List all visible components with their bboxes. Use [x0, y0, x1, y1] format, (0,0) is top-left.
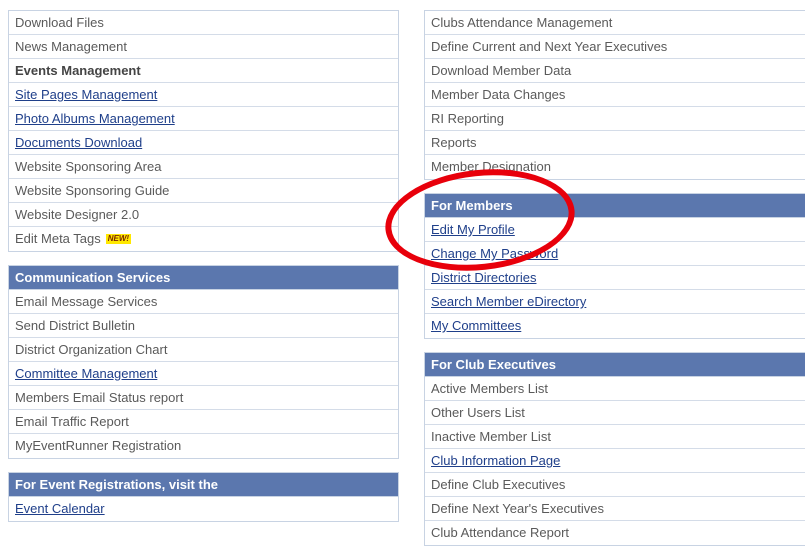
- menu-item-edit-meta-tags[interactable]: Edit Meta Tags NEW!: [9, 227, 398, 251]
- menu-item-label: Website Sponsoring Area: [15, 159, 162, 174]
- menu-item-photo-albums-management[interactable]: Photo Albums Management: [9, 107, 398, 131]
- menu-item-club-information-page[interactable]: Club Information Page: [425, 449, 805, 473]
- menu-item-committee-management[interactable]: Committee Management: [9, 362, 398, 386]
- menu-item-site-pages-management[interactable]: Site Pages Management: [9, 83, 398, 107]
- menu-item-label: Club Attendance Report: [431, 525, 570, 540]
- new-badge: NEW!: [105, 233, 132, 244]
- menu-item-label: Photo Albums Management: [15, 111, 175, 126]
- menu-item-label: Edit Meta Tags: [15, 231, 101, 246]
- menu-item-edit-my-profile[interactable]: Edit My Profile: [425, 218, 805, 242]
- menu-item-label: District Directories: [431, 270, 537, 285]
- menu-item-label: Reports: [431, 135, 477, 150]
- menu-item-website-sponsoring-area[interactable]: Website Sponsoring Area: [9, 155, 398, 179]
- menu-item-define-club-executives[interactable]: Define Club Executives: [425, 473, 805, 497]
- panel-admin-tools: Download Files News Management Events Mana…: [8, 10, 399, 252]
- menu-item-label: Change My Password: [431, 246, 559, 261]
- menu-item-website-sponsoring-guide[interactable]: Website Sponsoring Guide: [9, 179, 398, 203]
- menu-item-email-message-services[interactable]: Email Message Services: [9, 290, 398, 314]
- menu-item-label: Download Member Data: [431, 63, 572, 78]
- menu-item-events-management[interactable]: Events Management: [9, 59, 398, 83]
- menu-item-label: Active Members List: [431, 381, 549, 396]
- menu-item-myeventrunner-registration[interactable]: MyEventRunner Registration: [9, 434, 398, 458]
- menu-item-label: Send District Bulletin: [15, 318, 135, 333]
- menu-item-district-directories[interactable]: District Directories: [425, 266, 805, 290]
- menu-item-other-users-list[interactable]: Other Users List: [425, 401, 805, 425]
- menu-item-website-designer-2-0[interactable]: Website Designer 2.0: [9, 203, 398, 227]
- menu-item-label: Documents Download: [15, 135, 143, 150]
- menu-item-member-data-changes[interactable]: Member Data Changes: [425, 83, 805, 107]
- menu-item-label: Website Sponsoring Guide: [15, 183, 170, 198]
- menu-item-download-member-data[interactable]: Download Member Data: [425, 59, 805, 83]
- menu-item-label: District Organization Chart: [15, 342, 168, 357]
- menu-item-search-member-edirectory[interactable]: Search Member eDirectory: [425, 290, 805, 314]
- menu-item-download-files[interactable]: Download Files: [9, 11, 398, 35]
- menu-item-my-committees[interactable]: My Committees: [425, 314, 805, 338]
- menu-item-ri-reporting[interactable]: RI Reporting: [425, 107, 805, 131]
- menu-item-label: MyEventRunner Registration: [15, 438, 182, 453]
- menu-item-district-organization-chart[interactable]: District Organization Chart: [9, 338, 398, 362]
- menu-item-send-district-bulletin[interactable]: Send District Bulletin: [9, 314, 398, 338]
- section-header: For Event Registrations, visit the: [9, 473, 398, 497]
- menu-item-label: Define Club Executives: [431, 477, 566, 492]
- menu-item-documents-download[interactable]: Documents Download: [9, 131, 398, 155]
- menu-item-define-current-and-next-year-executives[interactable]: Define Current and Next Year Executives: [425, 35, 805, 59]
- menu-item-label: Member Data Changes: [431, 87, 566, 102]
- menu-item-email-traffic-report[interactable]: Email Traffic Report: [9, 410, 398, 434]
- panel-club-management: Clubs Attendance Management Define Curren…: [424, 10, 805, 180]
- menu-item-label: Email Message Services: [15, 294, 158, 309]
- menu-item-label: Inactive Member List: [431, 429, 551, 444]
- menu-item-label: Other Users List: [431, 405, 525, 420]
- menu-item-label: Event Calendar: [15, 501, 105, 516]
- menu-item-define-next-year-s-executives[interactable]: Define Next Year's Executives: [425, 497, 805, 521]
- panel-event-registrations: For Event Registrations, visit the Event …: [8, 472, 399, 522]
- menu-item-label: Search Member eDirectory: [431, 294, 587, 309]
- menu-item-label: Site Pages Management: [15, 87, 158, 102]
- panel-communication-services: Communication Services Email Message Serv…: [8, 265, 399, 459]
- menu-item-reports[interactable]: Reports: [425, 131, 805, 155]
- menu-item-label: Clubs Attendance Management: [431, 15, 613, 30]
- menu-item-label: My Committees: [431, 318, 522, 333]
- menu-item-label: RI Reporting: [431, 111, 504, 126]
- panel-for-members: For Members Edit My Profile Change My Pass…: [424, 193, 805, 339]
- menu-item-label: Download Files: [15, 15, 104, 30]
- menu-item-label: Member Designation: [431, 159, 551, 174]
- menu-item-label: Events Management: [15, 63, 141, 78]
- panel-club-executives: For Club Executives Active Members List Ot…: [424, 352, 805, 546]
- menu-item-members-email-status-report[interactable]: Members Email Status report: [9, 386, 398, 410]
- menu-item-label: Club Information Page: [431, 453, 561, 468]
- menu-item-label: Define Next Year's Executives: [431, 501, 605, 516]
- menu-item-news-management[interactable]: News Management: [9, 35, 398, 59]
- menu-item-change-my-password[interactable]: Change My Password: [425, 242, 805, 266]
- menu-item-label: Define Current and Next Year Executives: [431, 39, 668, 54]
- menu-item-label: News Management: [15, 39, 127, 54]
- section-header: Communication Services: [9, 266, 398, 290]
- menu-item-label: Members Email Status report: [15, 390, 184, 405]
- menu-item-label: Email Traffic Report: [15, 414, 129, 429]
- menu-item-club-attendance-report[interactable]: Club Attendance Report: [425, 521, 805, 545]
- menu-item-event-calendar[interactable]: Event Calendar: [9, 497, 398, 521]
- menu-item-clubs-attendance-management[interactable]: Clubs Attendance Management: [425, 11, 805, 35]
- section-header: For Members: [425, 194, 805, 218]
- menu-item-label: Edit My Profile: [431, 222, 515, 237]
- section-header: For Club Executives: [425, 353, 805, 377]
- menu-item-inactive-member-list[interactable]: Inactive Member List: [425, 425, 805, 449]
- menu-item-label: Website Designer 2.0: [15, 207, 140, 222]
- menu-item-label: Committee Management: [15, 366, 158, 381]
- menu-item-member-designation[interactable]: Member Designation: [425, 155, 805, 179]
- menu-item-active-members-list[interactable]: Active Members List: [425, 377, 805, 401]
